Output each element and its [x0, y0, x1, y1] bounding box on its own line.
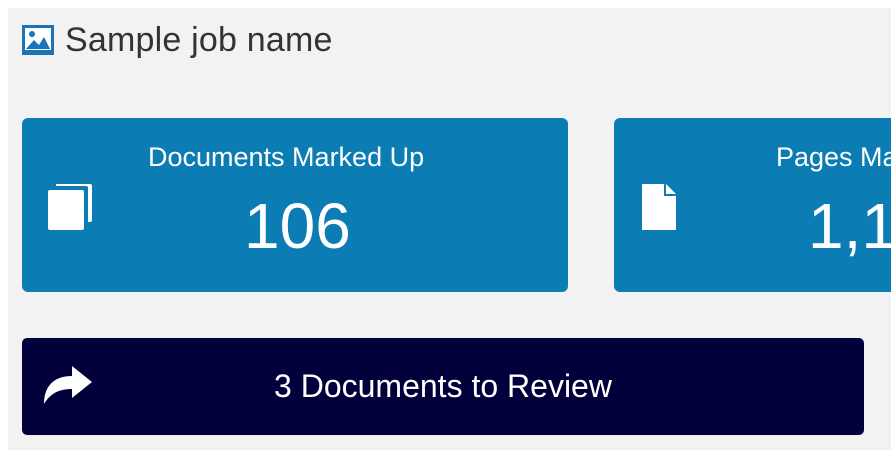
- documents-marked-up-card: Documents Marked Up 106: [22, 118, 568, 292]
- page-title: Sample job name: [65, 20, 333, 59]
- page-icon: [640, 182, 678, 232]
- documents-stack-icon: [46, 182, 94, 232]
- image-icon: [21, 24, 55, 56]
- job-header: Sample job name: [21, 20, 333, 60]
- card-label: Documents Marked Up: [148, 142, 425, 172]
- review-button-label: 3 Documents to Review: [274, 368, 612, 404]
- card-label: Pages Ma: [776, 142, 891, 172]
- job-summary-panel: Sample job name Documents Marked Up 106 …: [8, 8, 891, 450]
- card-value: 106: [244, 190, 351, 262]
- card-value: 1,1: [808, 190, 891, 262]
- pages-marked-up-card: Pages Ma 1,1: [614, 118, 891, 292]
- documents-to-review-button[interactable]: 3 Documents to Review: [22, 338, 864, 435]
